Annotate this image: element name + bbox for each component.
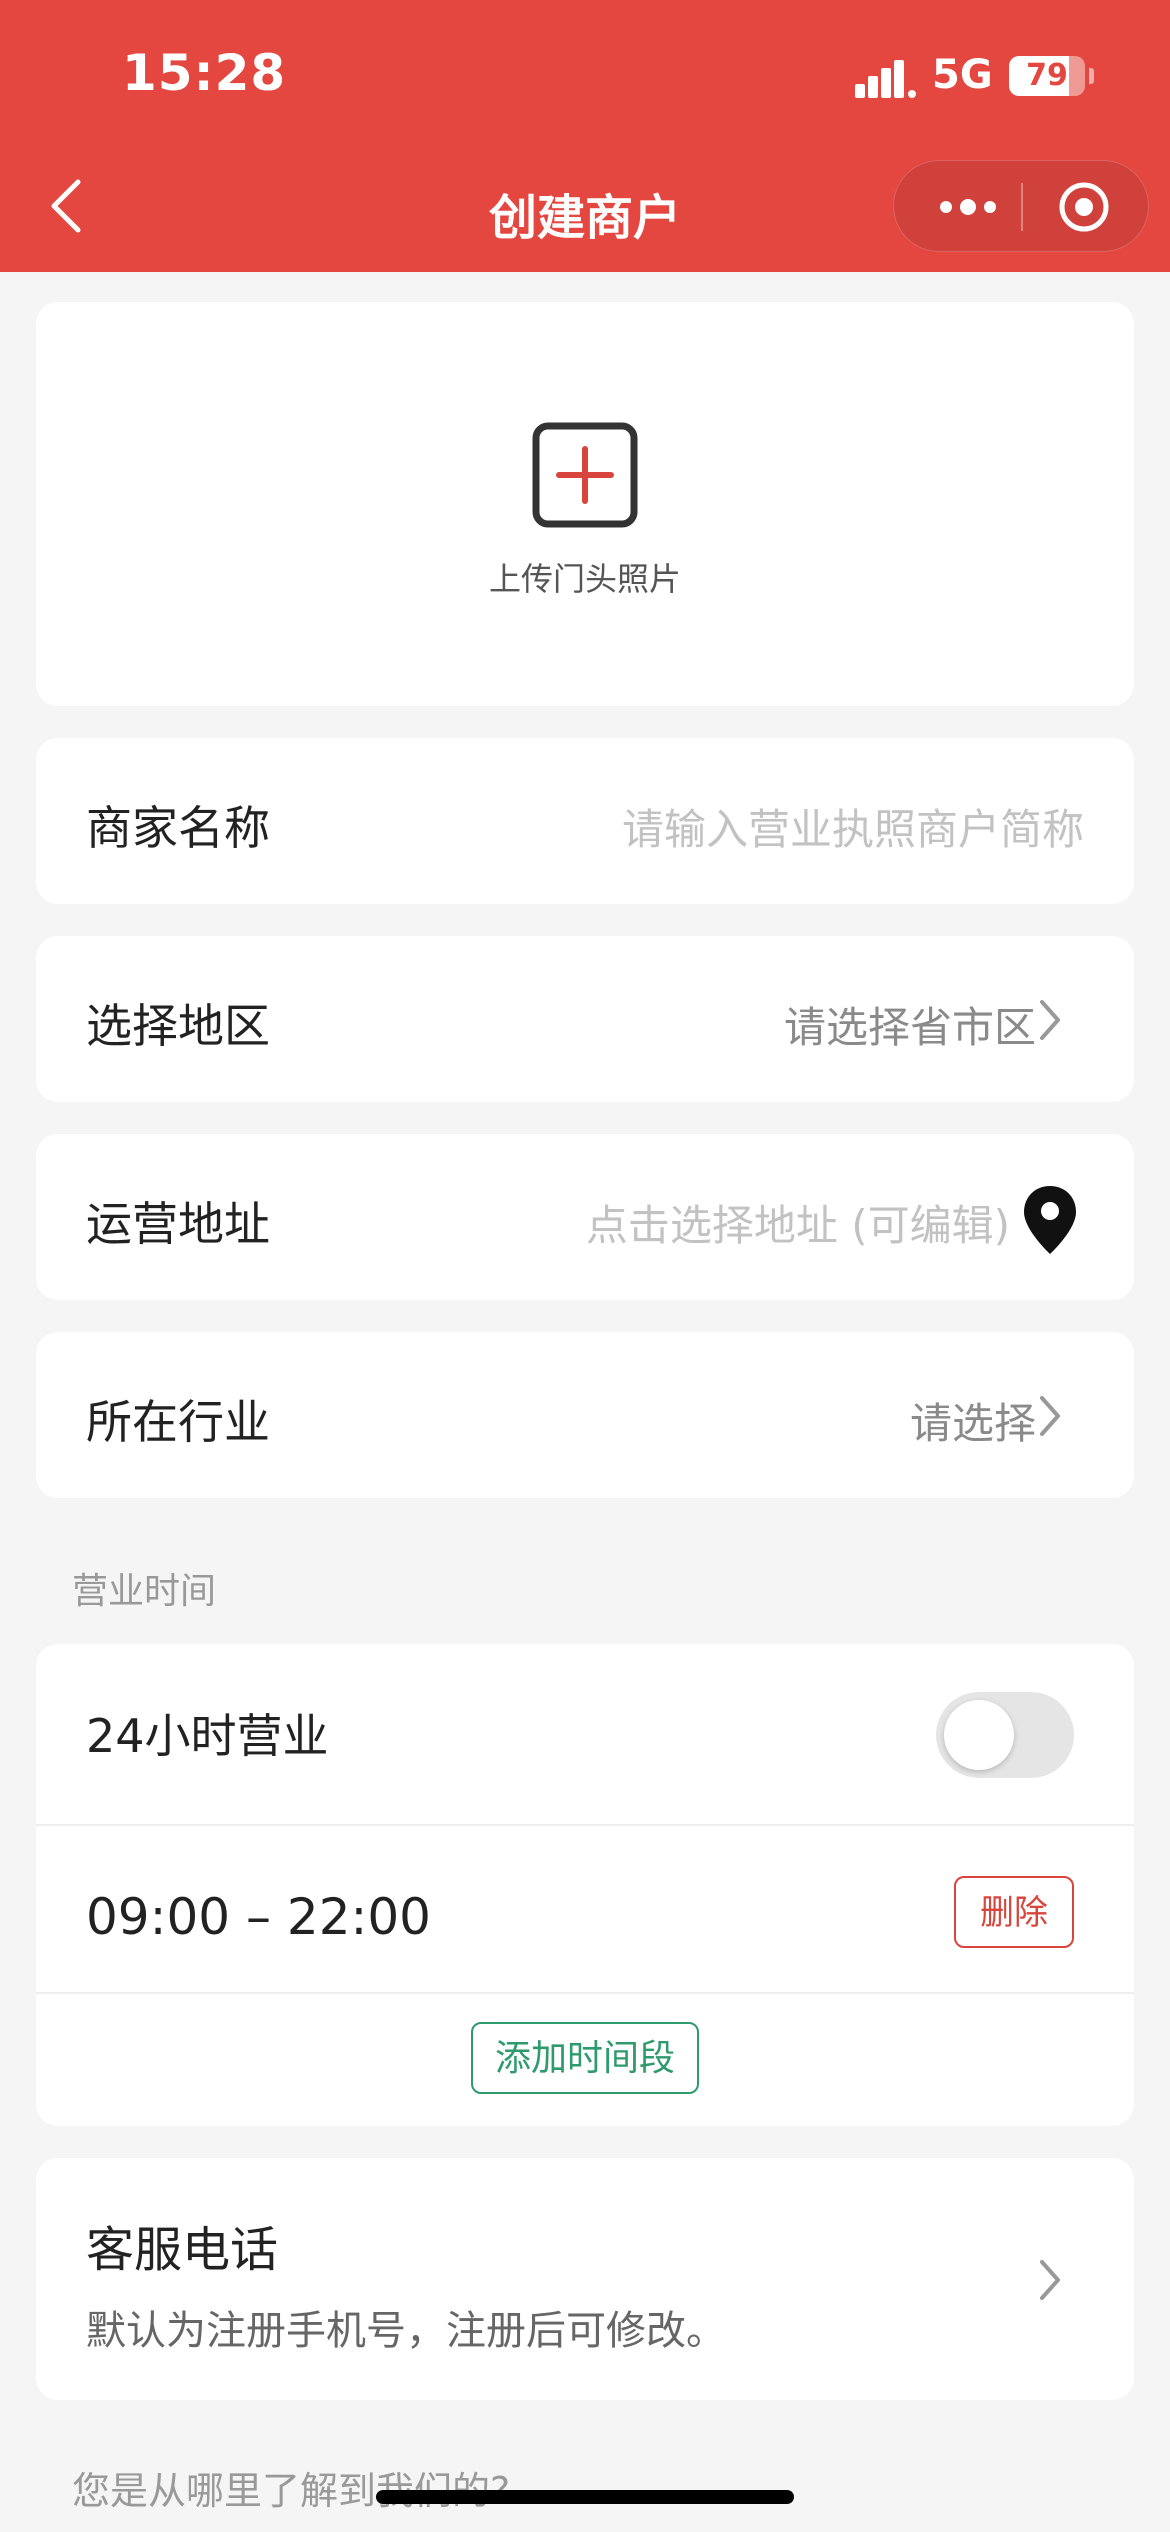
region-row[interactable]: 选择地区 请选择省市区 <box>36 936 1134 1102</box>
time-range[interactable]: 09:00 – 22:00 <box>86 1888 431 1946</box>
business-hours-card: 24小时营业 09:00 – 22:00 删除 添加时间段 <box>36 1644 1134 2126</box>
region-select[interactable]: 请选择省市区 <box>784 994 1036 1055</box>
upload-photo-label: 上传门头照片 <box>488 560 681 598</box>
miniapp-capsule <box>893 160 1149 252</box>
customer-service-title: 客服电话 <box>86 2222 279 2278</box>
industry-row[interactable]: 所在行业 请选择 <box>36 1332 1134 1498</box>
industry-label: 所在行业 <box>86 1395 270 1449</box>
capsule-divider <box>1021 183 1023 231</box>
open-24h-toggle[interactable] <box>936 1692 1074 1778</box>
business-hours-title: 营业时间 <box>72 1571 217 1612</box>
network-type: 5G <box>932 52 993 98</box>
divider <box>36 1992 1134 1994</box>
address-input[interactable]: 点击选择地址 (可编辑) <box>586 1192 1010 1253</box>
customer-service-subtitle: 默认为注册手机号，注册后可修改。 <box>86 2308 726 2354</box>
address-label: 运营地址 <box>86 1197 270 1251</box>
home-indicator <box>376 2490 794 2504</box>
delete-time-button[interactable]: 删除 <box>954 1876 1074 1948</box>
merchant-name-label: 商家名称 <box>86 801 270 855</box>
battery-tip <box>1089 68 1094 84</box>
region-label: 选择地区 <box>86 999 270 1053</box>
merchant-name-row[interactable]: 商家名称 请输入营业执照商户简称 <box>36 738 1134 904</box>
divider <box>36 1824 1134 1826</box>
signal-icon <box>855 60 916 98</box>
merchant-name-input[interactable]: 请输入营业执照商户简称 <box>622 796 1084 857</box>
referral-question: 您是从哪里了解到我们的? <box>72 2469 511 2513</box>
address-row[interactable]: 运营地址 点击选择地址 (可编辑) <box>36 1134 1134 1300</box>
location-pin-icon[interactable] <box>1022 1184 1078 1256</box>
battery-icon: 79 <box>1009 56 1085 96</box>
customer-service-row[interactable]: 客服电话 默认为注册手机号，注册后可修改。 <box>36 2158 1134 2400</box>
add-photo-icon[interactable] <box>532 422 638 528</box>
close-miniapp-icon[interactable] <box>1058 181 1110 233</box>
more-icon[interactable] <box>936 189 1000 225</box>
chevron-right-icon <box>1040 2260 1060 2300</box>
upload-photo-card[interactable]: 上传门头照片 <box>36 302 1134 706</box>
chevron-right-icon <box>1040 1000 1060 1040</box>
industry-select[interactable]: 请选择 <box>910 1390 1036 1451</box>
chevron-right-icon <box>1040 1396 1060 1436</box>
add-time-slot-button[interactable]: 添加时间段 <box>471 2022 699 2094</box>
app-header: 15:28 5G 79 创建商户 <box>0 0 1170 272</box>
toggle-knob <box>944 1700 1014 1770</box>
status-time: 15:28 <box>122 44 287 102</box>
battery-percent: 79 <box>1026 58 1068 93</box>
open-24h-label: 24小时营业 <box>86 1709 329 1763</box>
